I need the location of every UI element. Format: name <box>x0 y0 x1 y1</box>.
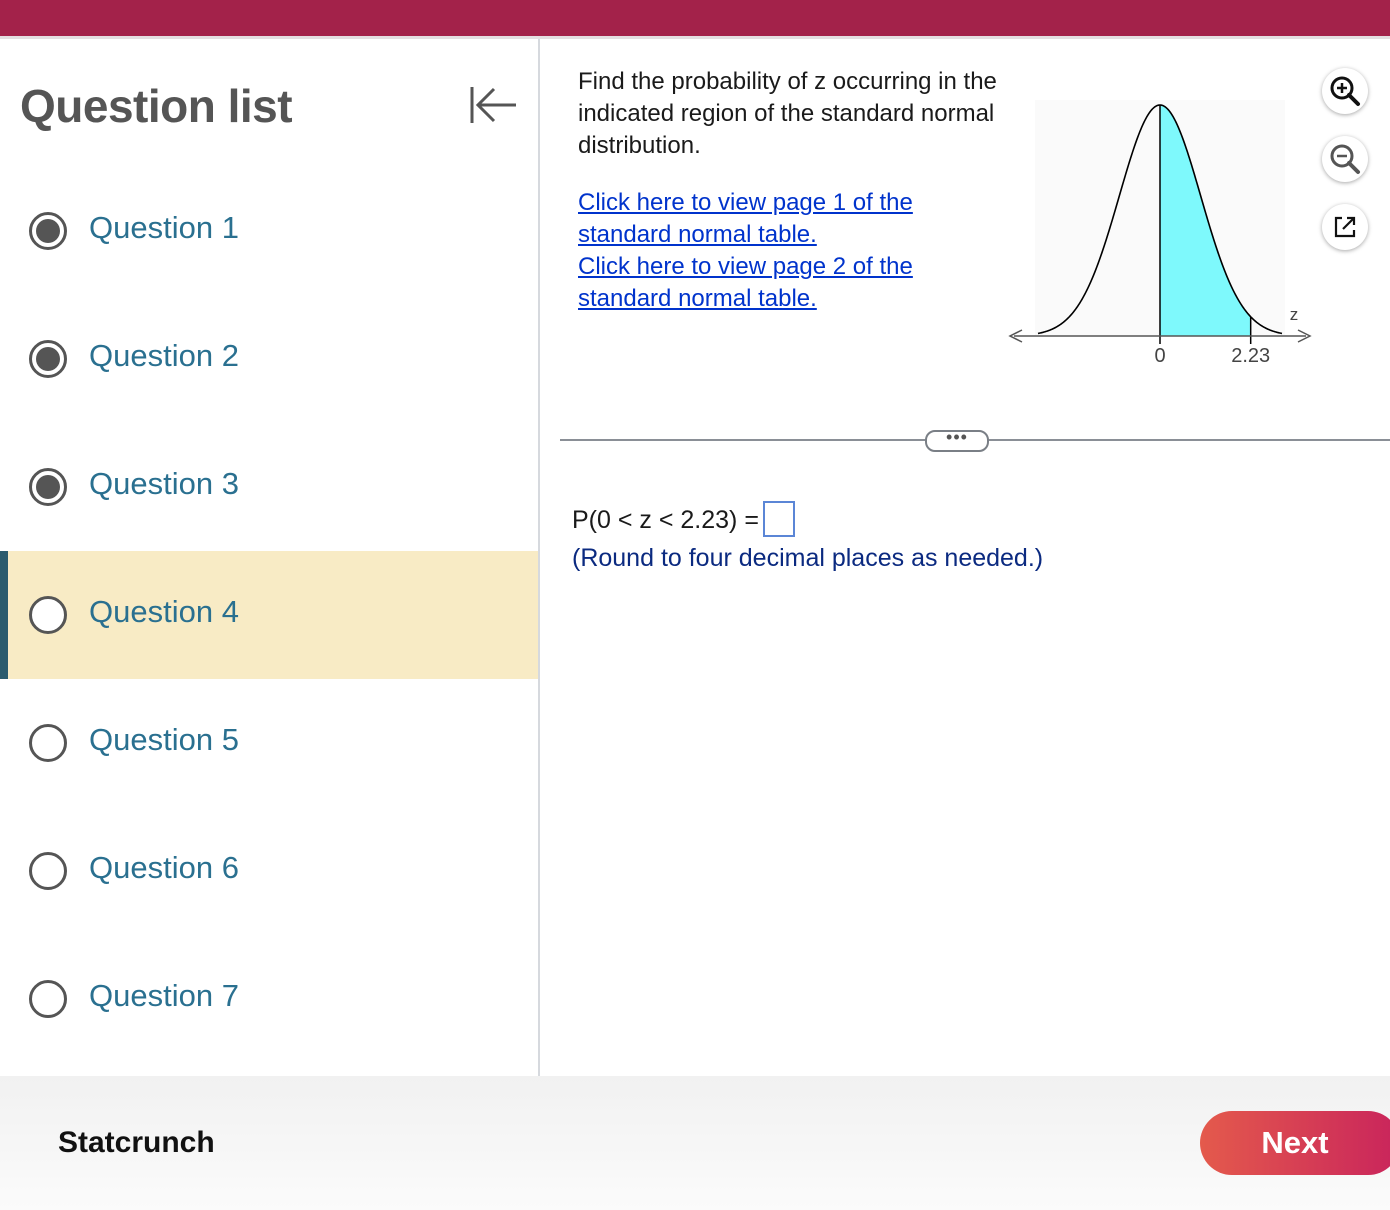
question-item-3[interactable]: Question 3 <box>0 423 538 551</box>
question-label: Question 1 <box>89 210 239 245</box>
question-item-6[interactable]: Question 6 <box>0 807 538 935</box>
question-item-1[interactable]: Question 1 <box>0 167 538 295</box>
statcrunch-link[interactable]: Statcrunch <box>58 1126 215 1160</box>
unanswered-radio-icon <box>29 596 67 634</box>
zoom-out-button[interactable] <box>1322 136 1368 182</box>
unanswered-radio-icon <box>29 724 67 762</box>
zoom-out-icon <box>1330 144 1360 174</box>
answered-radio-icon <box>29 212 67 250</box>
standard-normal-table-page2-link[interactable]: Click here to view page 2 of the standar… <box>578 251 978 315</box>
footer-bar: Statcrunch Next <box>0 1076 1390 1210</box>
question-label: Question 2 <box>89 338 239 373</box>
question-list-sidebar: Question list Question 1 Question 2 Ques… <box>0 39 540 1076</box>
question-prompt: Find the probability of z occurring in t… <box>578 68 997 159</box>
standard-normal-table-page1-link[interactable]: Click here to view page 1 of the standar… <box>578 187 978 251</box>
question-label: Question 3 <box>89 466 239 501</box>
zoom-in-button[interactable] <box>1322 68 1368 114</box>
collapse-left-icon <box>470 87 516 123</box>
question-item-4[interactable]: Question 4 <box>0 551 538 679</box>
normal-distribution-chart: 0 2.23 z <box>1008 100 1312 367</box>
sidebar-title: Question list <box>20 80 293 132</box>
top-bar <box>0 0 1390 36</box>
popout-icon <box>1334 216 1356 238</box>
question-item-5[interactable]: Question 5 <box>0 679 538 807</box>
rounding-hint: (Round to four decimal places as needed.… <box>572 544 1044 572</box>
question-label: Question 7 <box>89 978 239 1013</box>
question-label: Question 6 <box>89 850 239 885</box>
collapse-sidebar-button[interactable] <box>466 83 520 127</box>
answered-radio-icon <box>29 468 67 506</box>
tick-label-0: 0 <box>1154 345 1165 367</box>
unanswered-radio-icon <box>29 852 67 890</box>
question-item-7[interactable]: Question 7 <box>0 935 538 1063</box>
question-label: Question 4 <box>89 594 239 629</box>
question-label: Question 5 <box>89 722 239 757</box>
next-button[interactable]: Next <box>1200 1111 1390 1175</box>
equation-text: P(0 < z < 2.23) = <box>572 506 759 534</box>
popout-button[interactable] <box>1322 204 1368 250</box>
zoom-in-icon <box>1330 76 1360 106</box>
unanswered-radio-icon <box>29 980 67 1018</box>
tick-label-2-23: 2.23 <box>1231 345 1270 367</box>
answered-radio-icon <box>29 340 67 378</box>
more-options-button[interactable]: ••• <box>925 428 989 452</box>
question-item-2[interactable]: Question 2 <box>0 295 538 423</box>
axis-label-z: z <box>1290 305 1299 324</box>
answer-input-box[interactable] <box>763 501 795 537</box>
